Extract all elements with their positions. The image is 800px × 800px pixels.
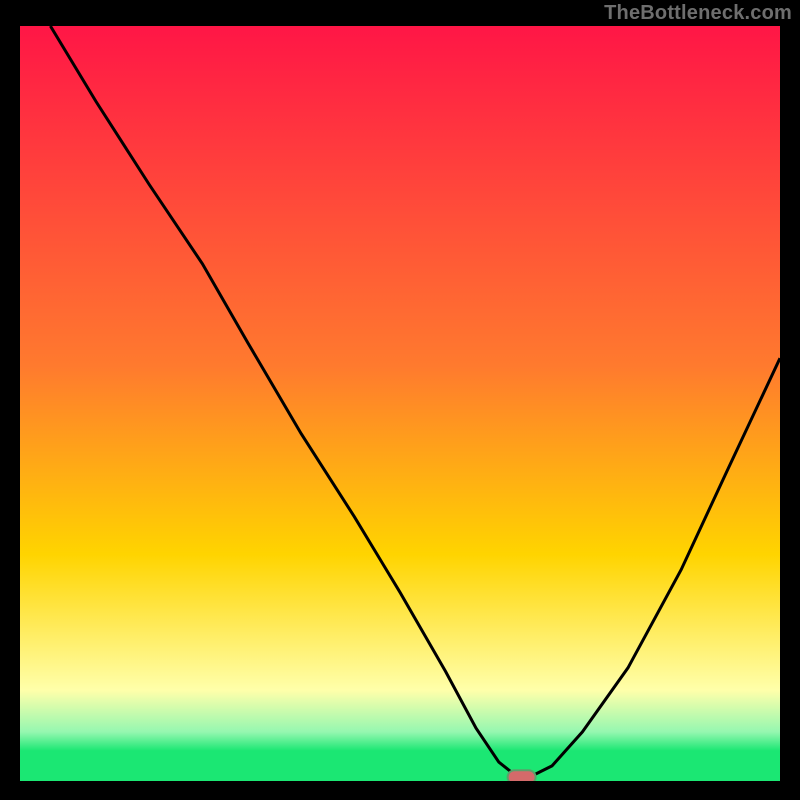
chart-svg [20,26,780,781]
watermark-label: TheBottleneck.com [604,2,792,25]
optimal-point-marker [508,770,536,781]
chart-frame: TheBottleneck.com [0,0,800,800]
gradient-background [20,26,780,781]
chart-plot-area [20,26,780,781]
